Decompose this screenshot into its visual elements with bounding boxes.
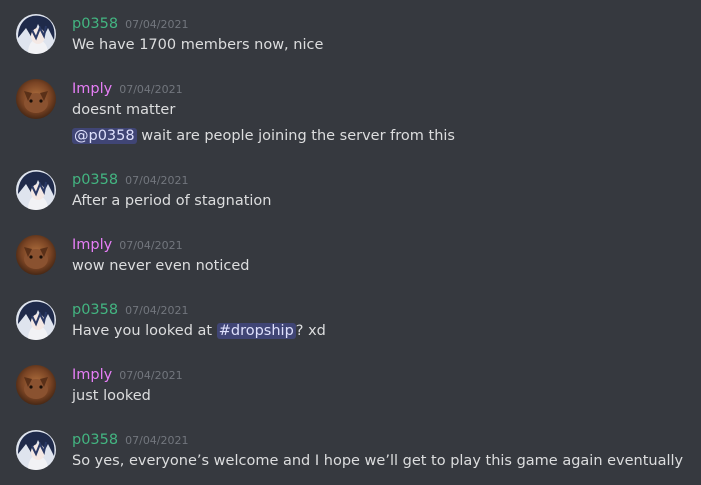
message-text: wow never even noticed [72, 258, 250, 274]
username[interactable]: p0358 [72, 302, 118, 318]
message-text-fragment: ? xd [295, 323, 326, 339]
anime-avatar-icon[interactable] [16, 430, 56, 470]
cat-avatar-icon[interactable] [16, 235, 56, 275]
timestamp: 07/04/2021 [119, 369, 183, 382]
message-header: Imply 07/04/2021 [72, 77, 183, 99]
message-text: doesnt matter [72, 102, 176, 118]
anime-avatar-icon[interactable] [16, 300, 56, 340]
anime-avatar-icon[interactable] [16, 170, 56, 210]
message-group: p0358 07/04/2021 We have 1700 members now… [0, 12, 701, 58]
message-text: @p0358 wait are people joining the serve… [72, 125, 455, 147]
message-header: p0358 07/04/2021 [72, 168, 189, 190]
message-group: Imply 07/04/2021 just looked [0, 363, 701, 409]
message-text: So yes, everyone’s welcome and I hope we… [72, 453, 684, 469]
timestamp: 07/04/2021 [125, 174, 189, 187]
message-text-fragment: wait are people joining the server from … [136, 128, 455, 144]
username[interactable]: Imply [72, 237, 112, 253]
anime-avatar-icon[interactable] [16, 14, 56, 54]
message-header: Imply 07/04/2021 [72, 233, 183, 255]
message-group: p0358 07/04/2021 Have you looked at #drop… [0, 298, 701, 344]
cat-avatar-icon[interactable] [16, 79, 56, 119]
message-group: p0358 07/04/2021 So yes, everyone’s welco… [0, 428, 701, 474]
message-group: Imply 07/04/2021 wow never even noticed [0, 233, 701, 279]
message-group: Imply 07/04/2021 doesnt matter @p0358 wai… [0, 77, 701, 149]
message-group: p0358 07/04/2021 After a period of stagna… [0, 168, 701, 214]
timestamp: 07/04/2021 [125, 18, 189, 31]
username[interactable]: p0358 [72, 172, 118, 188]
message-text-fragment: Have you looked at [72, 323, 217, 339]
username[interactable]: Imply [72, 367, 112, 383]
username[interactable]: Imply [72, 81, 112, 97]
message-header: Imply 07/04/2021 [72, 363, 183, 385]
message-text: We have 1700 members now, nice [72, 37, 324, 53]
user-mention[interactable]: @p0358 [72, 128, 137, 144]
message-text: Have you looked at #dropship? xd [72, 320, 326, 342]
username[interactable]: p0358 [72, 432, 118, 448]
username[interactable]: p0358 [72, 16, 118, 32]
timestamp: 07/04/2021 [119, 83, 183, 96]
message-header: p0358 07/04/2021 [72, 428, 189, 450]
channel-mention[interactable]: #dropship [216, 323, 296, 339]
timestamp: 07/04/2021 [125, 304, 189, 317]
cat-avatar-icon[interactable] [16, 365, 56, 405]
timestamp: 07/04/2021 [119, 239, 183, 252]
message-header: p0358 07/04/2021 [72, 298, 189, 320]
timestamp: 07/04/2021 [125, 434, 189, 447]
message-header: p0358 07/04/2021 [72, 12, 189, 34]
message-text: just looked [72, 388, 151, 404]
message-text: After a period of stagnation [72, 193, 272, 209]
